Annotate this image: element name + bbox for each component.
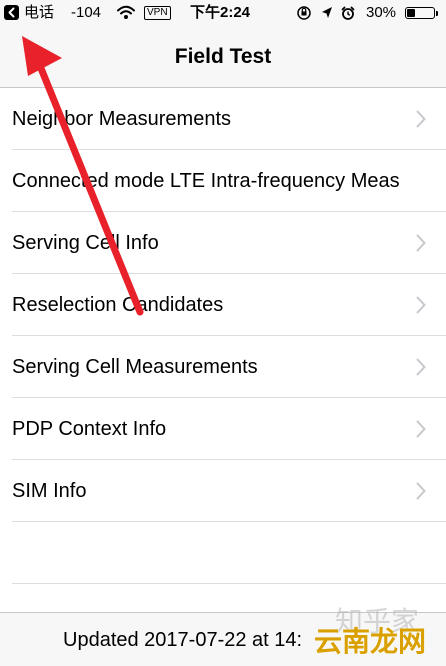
list-item-connected-mode-lte[interactable]: Connected mode LTE Intra-frequency Meas bbox=[0, 150, 446, 212]
watermark-yunnan: 云南龙网 bbox=[314, 625, 427, 658]
battery-icon bbox=[405, 7, 435, 19]
status-time: 下午2:24 bbox=[190, 4, 251, 21]
list-item-label: SIM Info bbox=[12, 480, 87, 502]
field-test-list: Neighbor Measurements Connected mode LTE… bbox=[0, 88, 446, 584]
list-item-pdp-context-info[interactable]: PDP Context Info bbox=[0, 398, 446, 460]
list-item-label: PDP Context Info bbox=[12, 418, 167, 440]
list-item-sim-info[interactable]: SIM Info bbox=[0, 460, 446, 522]
list-item-label: Serving Cell Info bbox=[12, 232, 159, 254]
list-item-neighbor-measurements[interactable]: Neighbor Measurements bbox=[0, 88, 446, 150]
list-item-serving-cell-measurements[interactable]: Serving Cell Measurements bbox=[0, 336, 446, 398]
chevron-right-icon bbox=[416, 482, 426, 500]
list-item-label: Reselection Candidates bbox=[12, 294, 224, 316]
chevron-right-icon bbox=[416, 296, 426, 314]
battery-percent: 30% bbox=[366, 4, 397, 21]
back-to-app-icon[interactable] bbox=[4, 5, 19, 20]
chevron-right-icon bbox=[416, 234, 426, 252]
list-empty-row bbox=[0, 522, 446, 584]
updated-timestamp: Updated 2017-07-22 at 14: bbox=[63, 629, 303, 651]
page-title: Field Test bbox=[174, 45, 272, 68]
battery-level bbox=[407, 9, 415, 17]
list-item-label: Connected mode LTE Intra-frequency Meas bbox=[12, 170, 400, 192]
carrier-label[interactable]: 电话 bbox=[24, 0, 54, 26]
status-bar: 电话 -104 VPN 下午2:24 30% bbox=[0, 0, 446, 26]
chevron-right-icon bbox=[416, 358, 426, 376]
signal-strength: -104 bbox=[71, 4, 102, 21]
chevron-right-icon bbox=[416, 420, 426, 438]
vpn-badge: VPN bbox=[144, 6, 171, 20]
chevron-right-icon bbox=[416, 110, 426, 128]
navigation-bar: Field Test bbox=[0, 26, 446, 88]
battery-cap bbox=[436, 11, 438, 16]
list-item-label: Serving Cell Measurements bbox=[12, 356, 258, 378]
list-item-serving-cell-info[interactable]: Serving Cell Info bbox=[0, 212, 446, 274]
list-item-reselection-candidates[interactable]: Reselection Candidates bbox=[0, 274, 446, 336]
list-item-label: Neighbor Measurements bbox=[12, 108, 231, 130]
